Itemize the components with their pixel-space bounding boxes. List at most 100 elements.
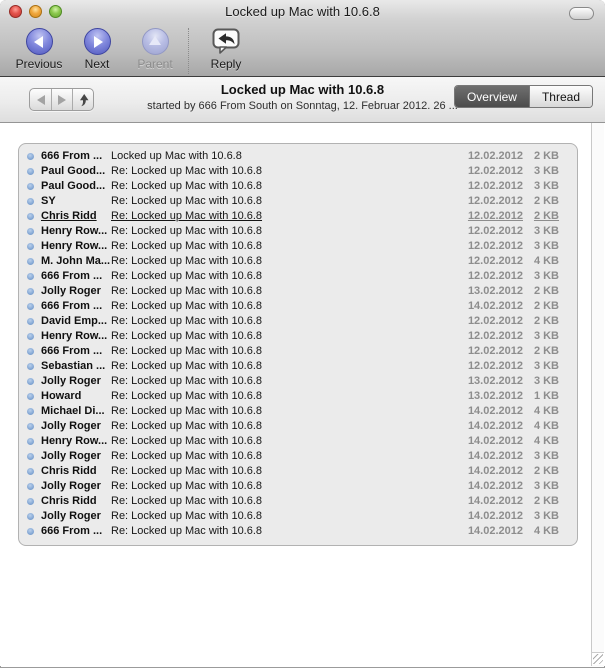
- message-subject: Re: Locked up Mac with 10.6.8: [111, 284, 461, 299]
- bullet-cell: [19, 528, 41, 535]
- message-bullet-icon: [27, 408, 34, 415]
- message-subject: Re: Locked up Mac with 10.6.8: [111, 524, 461, 539]
- list-item[interactable]: Jolly Roger Re: Locked up Mac with 10.6.…: [19, 419, 577, 434]
- bullet-cell: [19, 408, 41, 415]
- bullet-cell: [19, 303, 41, 310]
- message-bullet-icon: [27, 273, 34, 280]
- bullet-cell: [19, 273, 41, 280]
- message-date: 14.02.2012: [461, 524, 523, 539]
- list-item[interactable]: 666 From ... Re: Locked up Mac with 10.6…: [19, 524, 577, 539]
- message-sender: Jolly Roger: [41, 509, 111, 524]
- message-sender: Chris Ridd: [41, 209, 111, 224]
- bullet-cell: [19, 318, 41, 325]
- list-item[interactable]: Henry Row... Re: Locked up Mac with 10.6…: [19, 434, 577, 449]
- message-size: 4 KB: [523, 254, 559, 269]
- bullet-cell: [19, 168, 41, 175]
- message-size: 2 KB: [523, 209, 559, 224]
- vertical-scrollbar[interactable]: [591, 123, 604, 666]
- list-item[interactable]: SY Re: Locked up Mac with 10.6.8 12.02.2…: [19, 194, 577, 209]
- previous-icon: [26, 28, 53, 55]
- list-item[interactable]: Jolly Roger Re: Locked up Mac with 10.6.…: [19, 284, 577, 299]
- list-item[interactable]: Henry Row... Re: Locked up Mac with 10.6…: [19, 239, 577, 254]
- list-item[interactable]: Jolly Roger Re: Locked up Mac with 10.6.…: [19, 374, 577, 389]
- message-bullet-icon: [27, 168, 34, 175]
- message-date: 14.02.2012: [461, 404, 523, 419]
- message-sender: Jolly Roger: [41, 449, 111, 464]
- message-size: 3 KB: [523, 374, 559, 389]
- list-item[interactable]: Chris Ridd Re: Locked up Mac with 10.6.8…: [19, 464, 577, 479]
- message-size: 2 KB: [523, 149, 559, 164]
- message-subject: Re: Locked up Mac with 10.6.8: [111, 449, 461, 464]
- reply-button[interactable]: Reply: [197, 28, 255, 71]
- next-button[interactable]: Next: [68, 28, 126, 71]
- message-bullet-icon: [27, 213, 34, 220]
- list-item[interactable]: Jolly Roger Re: Locked up Mac with 10.6.…: [19, 509, 577, 524]
- list-item[interactable]: Henry Row... Re: Locked up Mac with 10.6…: [19, 329, 577, 344]
- parent-label: Parent: [137, 57, 172, 71]
- message-subject: Re: Locked up Mac with 10.6.8: [111, 179, 461, 194]
- list-item[interactable]: David Emp... Re: Locked up Mac with 10.6…: [19, 314, 577, 329]
- list-item[interactable]: Jolly Roger Re: Locked up Mac with 10.6.…: [19, 449, 577, 464]
- title-bar[interactable]: Locked up Mac with 10.6.8: [0, 0, 605, 22]
- message-size: 4 KB: [523, 434, 559, 449]
- message-sender: Chris Ridd: [41, 464, 111, 479]
- list-item[interactable]: 666 From ... Re: Locked up Mac with 10.6…: [19, 344, 577, 359]
- list-item[interactable]: Jolly Roger Re: Locked up Mac with 10.6.…: [19, 479, 577, 494]
- message-bullet-icon: [27, 198, 34, 205]
- message-subject: Re: Locked up Mac with 10.6.8: [111, 419, 461, 434]
- message-size: 3 KB: [523, 509, 559, 524]
- list-item[interactable]: 666 From ... Re: Locked up Mac with 10.6…: [19, 269, 577, 284]
- bullet-cell: [19, 453, 41, 460]
- list-item[interactable]: Paul Good... Re: Locked up Mac with 10.6…: [19, 179, 577, 194]
- message-sender: 666 From ...: [41, 269, 111, 284]
- list-item[interactable]: Chris Ridd Re: Locked up Mac with 10.6.8…: [19, 209, 577, 224]
- bullet-cell: [19, 333, 41, 340]
- message-date: 12.02.2012: [461, 314, 523, 329]
- reply-icon: [212, 28, 240, 55]
- message-size: 3 KB: [523, 179, 559, 194]
- list-item[interactable]: 666 From ... Re: Locked up Mac with 10.6…: [19, 299, 577, 314]
- message-subject: Re: Locked up Mac with 10.6.8: [111, 344, 461, 359]
- message-bullet-icon: [27, 423, 34, 430]
- tab-thread[interactable]: Thread: [529, 86, 592, 107]
- message-size: 4 KB: [523, 419, 559, 434]
- tab-overview[interactable]: Overview: [455, 86, 529, 107]
- list-item[interactable]: Sebastian ... Re: Locked up Mac with 10.…: [19, 359, 577, 374]
- message-size: 3 KB: [523, 239, 559, 254]
- message-date: 13.02.2012: [461, 284, 523, 299]
- previous-button[interactable]: Previous: [10, 28, 68, 71]
- bullet-cell: [19, 498, 41, 505]
- next-icon: [84, 28, 111, 55]
- resize-grip[interactable]: [591, 652, 604, 665]
- list-item[interactable]: 666 From ... Locked up Mac with 10.6.8 1…: [19, 149, 577, 164]
- message-subject: Re: Locked up Mac with 10.6.8: [111, 389, 461, 404]
- message-subject: Re: Locked up Mac with 10.6.8: [111, 269, 461, 284]
- message-date: 12.02.2012: [461, 209, 523, 224]
- toolbar-toggle-button[interactable]: [569, 7, 594, 20]
- list-item[interactable]: Howard Re: Locked up Mac with 10.6.8 13.…: [19, 389, 577, 404]
- list-item[interactable]: Paul Good... Re: Locked up Mac with 10.6…: [19, 164, 577, 179]
- window-chrome: Locked up Mac with 10.6.8 Previous Next …: [0, 0, 605, 77]
- list-item[interactable]: M. John Ma... Re: Locked up Mac with 10.…: [19, 254, 577, 269]
- bullet-cell: [19, 288, 41, 295]
- message-size: 1 KB: [523, 389, 559, 404]
- parent-button: Parent: [126, 28, 184, 71]
- list-item[interactable]: Henry Row... Re: Locked up Mac with 10.6…: [19, 224, 577, 239]
- message-sender: Henry Row...: [41, 329, 111, 344]
- message-subject: Re: Locked up Mac with 10.6.8: [111, 209, 461, 224]
- message-date: 12.02.2012: [461, 359, 523, 374]
- message-size: 4 KB: [523, 404, 559, 419]
- message-sender: Howard: [41, 389, 111, 404]
- thread-header: Locked up Mac with 10.6.8 started by 666…: [0, 77, 605, 123]
- message-size: 2 KB: [523, 464, 559, 479]
- list-item[interactable]: Michael Di... Re: Locked up Mac with 10.…: [19, 404, 577, 419]
- message-sender: Jolly Roger: [41, 419, 111, 434]
- message-date: 14.02.2012: [461, 509, 523, 524]
- bullet-cell: [19, 513, 41, 520]
- message-sender: Jolly Roger: [41, 374, 111, 389]
- bullet-cell: [19, 258, 41, 265]
- toolbar-separator: [188, 28, 189, 74]
- message-sender: Michael Di...: [41, 404, 111, 419]
- message-bullet-icon: [27, 348, 34, 355]
- list-item[interactable]: Chris Ridd Re: Locked up Mac with 10.6.8…: [19, 494, 577, 509]
